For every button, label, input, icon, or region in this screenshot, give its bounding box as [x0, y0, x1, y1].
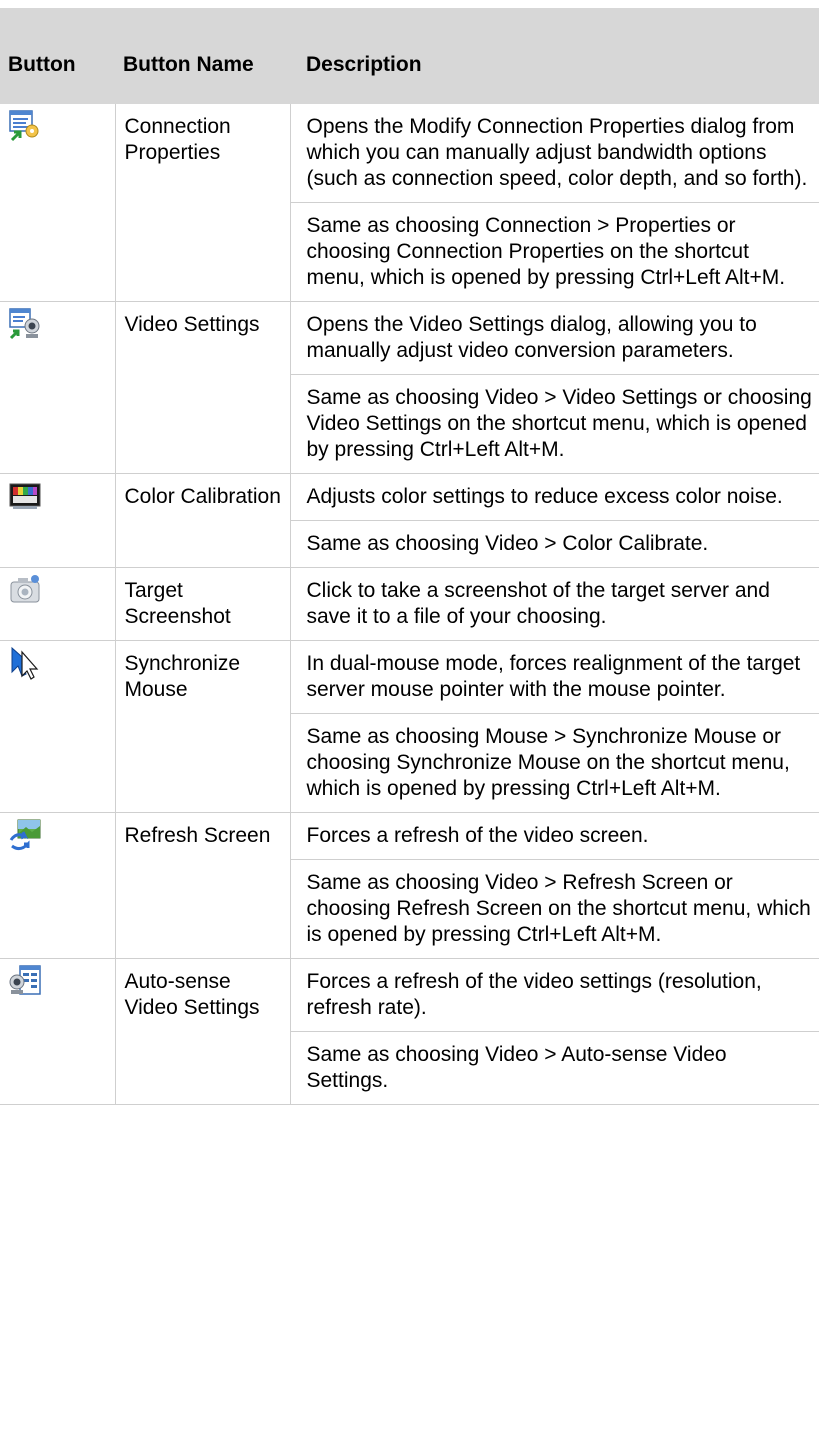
table-row: Synchronize Mouse In dual-mouse mode, for…: [0, 640, 819, 813]
refresh-screen-icon: [9, 819, 41, 851]
description-cell: Adjusts color settings to reduce excess …: [290, 473, 819, 568]
description-cell: Forces a refresh of the video settings (…: [290, 958, 819, 1105]
button-cell: [0, 958, 116, 1105]
button-cell: [0, 301, 116, 474]
document-page: Button Button Name Description Connectio…: [0, 0, 819, 1451]
button-name-cell: Color Calibration: [115, 473, 291, 568]
button-cell: [0, 104, 116, 302]
color-calibration-icon: [9, 483, 41, 509]
button-name-cell: Connection Properties: [115, 104, 291, 302]
description-paragraph: Same as choosing Connection > Properties…: [290, 202, 819, 301]
description-paragraph: Forces a refresh of the video settings (…: [306, 970, 762, 1019]
table-row: Video Settings Opens the Video Settings d…: [0, 301, 819, 474]
description-paragraph: Forces a refresh of the video screen.: [306, 824, 649, 847]
description-paragraph: Same as choosing Video > Refresh Screen …: [290, 859, 819, 958]
description-cell: Opens the Modify Connection Properties d…: [290, 104, 819, 302]
table-row: Connection Properties Opens the Modify Co…: [0, 104, 819, 302]
button-cell: [0, 812, 116, 959]
button-cell: [0, 473, 116, 568]
target-screenshot-icon: [10, 575, 40, 603]
button-name-cell: Video Settings: [115, 301, 291, 474]
button-name-cell: Target Screenshot: [115, 567, 291, 641]
description-paragraph: Same as choosing Video > Video Settings …: [290, 374, 819, 473]
header-button-name: Button Name: [123, 53, 254, 76]
description-paragraph: In dual-mouse mode, forces realignment o…: [306, 652, 801, 701]
table-row: Auto-sense Video Settings Forces a refres…: [0, 958, 819, 1105]
description-paragraph: Opens the Modify Connection Properties d…: [306, 115, 808, 190]
button-cell: [0, 567, 116, 641]
button-cell: [0, 640, 116, 813]
description-cell: In dual-mouse mode, forces realignment o…: [290, 640, 819, 813]
header-description: Description: [306, 53, 422, 76]
description-cell: Click to take a screenshot of the target…: [290, 567, 819, 641]
description-paragraph: Same as choosing Video > Auto-sense Vide…: [290, 1031, 819, 1104]
description-paragraph: Same as choosing Mouse > Synchronize Mou…: [290, 713, 819, 812]
table-body: Connection Properties Opens the Modify Co…: [0, 104, 819, 1105]
button-name-cell: Synchronize Mouse: [115, 640, 291, 813]
description-cell: Forces a refresh of the video screen. Sam…: [290, 812, 819, 959]
description-paragraph: Click to take a screenshot of the target…: [306, 579, 770, 628]
connection-properties-icon: [9, 110, 39, 142]
synchronize-mouse-icon: [11, 646, 39, 680]
video-settings-icon: [9, 308, 40, 340]
table-row: Color Calibration Adjusts color settings …: [0, 473, 819, 568]
description-paragraph: Opens the Video Settings dialog, allowin…: [306, 313, 757, 362]
table-row: Target Screenshot Click to take a screens…: [0, 567, 819, 641]
description-cell: Opens the Video Settings dialog, allowin…: [290, 301, 819, 474]
header-button: Button: [8, 53, 76, 76]
description-paragraph: Same as choosing Video > Color Calibrate…: [290, 520, 819, 567]
table-row: Refresh Screen Forces a refresh of the vi…: [0, 812, 819, 959]
toolbar-buttons-table: Button Button Name Description Connectio…: [0, 8, 819, 1105]
button-name-cell: Refresh Screen: [115, 812, 291, 959]
table-header-row: Button Button Name Description: [0, 8, 819, 104]
description-paragraph: Adjusts color settings to reduce excess …: [306, 485, 783, 508]
button-name-cell: Auto-sense Video Settings: [115, 958, 291, 1105]
auto-sense-video-settings-icon: [9, 965, 41, 995]
